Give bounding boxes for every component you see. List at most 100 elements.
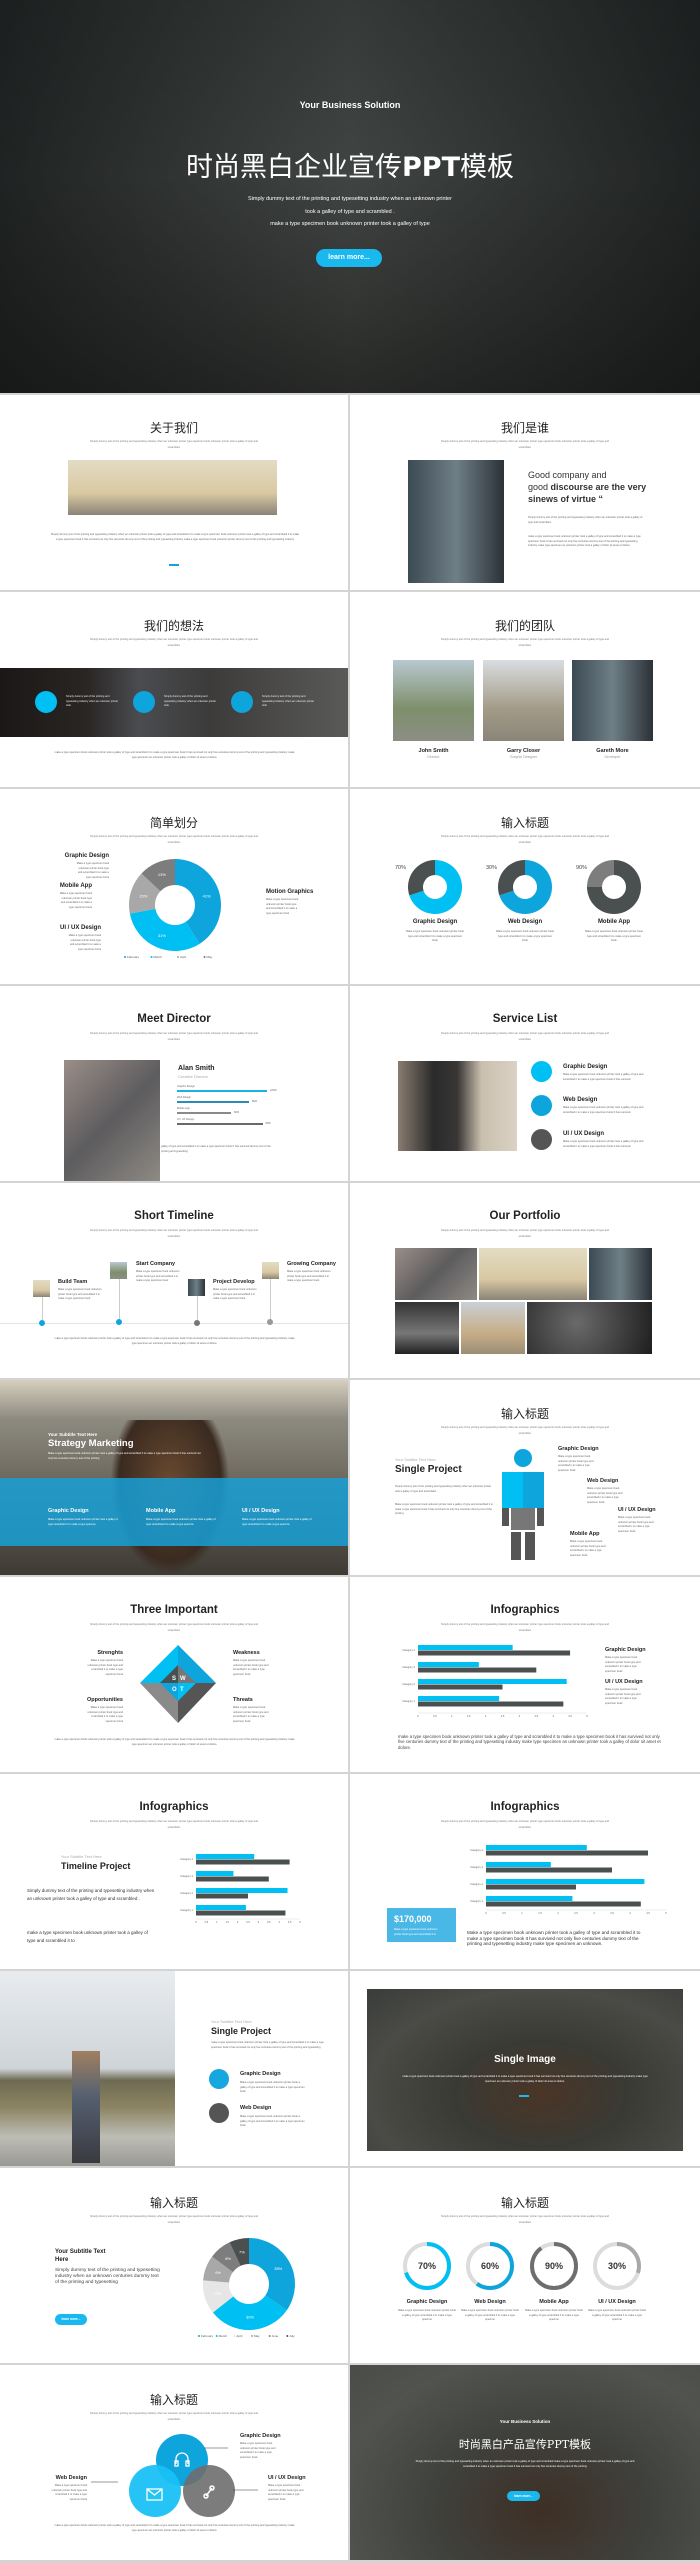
category-label: Category 2 — [470, 1882, 483, 1886]
closing-slide: Your Business Solution 时尚黑白产品宣传PPT模板 Sim… — [350, 2365, 700, 2560]
skill-label: UI / UX Design — [177, 1118, 195, 1121]
intro-text: Simply dummy text of the printing and ty… — [90, 638, 258, 647]
tick-label: 5 — [586, 1714, 588, 1718]
tick-label: 2.5 — [574, 1911, 578, 1915]
swot-label: Threats — [233, 1697, 253, 1703]
intro-text: Simply dummy text of the printing and ty… — [90, 1623, 258, 1632]
swot-desc: Make a type specimen book unknown printe… — [233, 1659, 269, 1676]
idea-circle-1 — [35, 691, 57, 713]
bar — [196, 1854, 255, 1859]
donut-slide: 输入标题 Simply dummy text of the printing a… — [0, 2168, 348, 2363]
donut-slice — [249, 2238, 295, 2311]
skill-bar — [177, 1112, 231, 1114]
intro-text: Simply dummy text of the printing and ty… — [90, 440, 258, 449]
intro-text: Simply dummy text of the printing and ty… — [441, 1229, 609, 1238]
legend-label: April — [236, 2334, 242, 2338]
donut-slice — [129, 908, 200, 951]
infographics-2-slide: Infographics Simply dummy text of the pr… — [0, 1774, 348, 1969]
swot-label: Opportunities — [86, 1697, 123, 1703]
legend-marker — [268, 2335, 271, 2337]
services-slide: Service List Simply dummy text of the pr… — [350, 986, 700, 1181]
bar — [486, 1896, 573, 1901]
bar — [196, 1905, 246, 1910]
category-label: Category 2 — [402, 1682, 415, 1686]
strategy-col: Mobile App — [146, 1508, 176, 1514]
bar — [486, 1867, 612, 1873]
pie-chart-3 — [587, 860, 641, 914]
bar — [486, 1879, 645, 1884]
bar — [486, 1901, 641, 1907]
ring-desc: Make a type specimen book unknown printe… — [525, 2309, 583, 2322]
bar — [418, 1645, 513, 1650]
slice-label: 15% — [139, 893, 147, 898]
intro-text: Simply dummy text of the printing and ty… — [90, 1032, 258, 1041]
tick-label: 1 — [521, 1911, 523, 1915]
legend-label: February — [127, 955, 140, 959]
pie-label: Mobile App — [597, 919, 631, 925]
timeline-desc: Make a type specimen book unknown printe… — [213, 1288, 257, 1301]
legend-marker — [198, 2335, 200, 2337]
category-label: Category 1 — [402, 1699, 415, 1703]
category-label: Category 4 — [470, 1848, 483, 1852]
single-image-slide: Single Image make a type specimen book u… — [350, 1971, 700, 2166]
director-note: galley of type and scrambled it to make … — [161, 1145, 271, 1153]
hero-title-cn: 时尚黑白企业宣传 — [186, 152, 402, 183]
timeline-photo — [110, 1262, 127, 1279]
service-icon-2 — [531, 1095, 552, 1116]
tick-label: 3 — [593, 1911, 595, 1915]
ring-value: 60% — [481, 2261, 499, 2271]
infographics-1-slide: Infographics Simply dummy text of the pr… — [350, 1577, 700, 1772]
slide-title: Our Portfolio — [489, 1210, 561, 1222]
timeline-dot — [116, 1319, 122, 1325]
slice-label: 31% — [158, 933, 166, 938]
pies-slide: 输入标题 Simply dummy text of the printing a… — [350, 789, 700, 984]
single-project-slide: Your Subtitle Text Here Single Project m… — [0, 1971, 348, 2166]
who-slide: 我们是谁 Simply dummy text of the printing a… — [350, 395, 700, 590]
figure-desc: Make a type specimen book unknown printe… — [558, 1455, 594, 1472]
legend-marker — [203, 956, 206, 958]
para: Make a type specimen book unknown printe… — [467, 1930, 641, 1946]
tick-label: 4.5 — [646, 1911, 650, 1915]
skill-bar — [177, 1101, 249, 1103]
hero-line-2: took a galley of type and scrambled . — [305, 209, 395, 215]
slice-label: 7% — [239, 2249, 245, 2254]
closing-subtitle: Your Business Solution — [499, 2419, 551, 2424]
skill-bar — [177, 1090, 267, 1092]
accent-bar — [519, 2095, 529, 2097]
timeline-dot — [267, 1319, 273, 1325]
member-role: Director — [427, 755, 440, 759]
skill-value: 100% — [270, 1089, 277, 1092]
para: make a type specimen book unknown printe… — [398, 1734, 661, 1750]
tick-label: 0 — [485, 1911, 487, 1915]
skill-value: 80% — [252, 1100, 258, 1103]
venn-label: Web Design — [55, 2475, 87, 2481]
quote: Good company and good discourse are the v… — [528, 469, 653, 505]
learn-more-button[interactable]: learn more... — [507, 2491, 540, 2501]
swot-desc: Make a type specimen book unknown printe… — [87, 1659, 123, 1676]
category-label: Category 1 — [470, 1899, 483, 1903]
amount-box: $170,000 Make a type specimen book unkno… — [387, 1908, 456, 1942]
idea-circle-2 — [133, 691, 155, 713]
closing-title: 时尚黑白产品宣传PPT模板 — [458, 2438, 592, 2451]
single-image-title: Single Image — [494, 2054, 556, 2065]
figure-desc: Make a type specimen book unknown printe… — [570, 1540, 606, 1557]
item-icon-1 — [209, 2069, 229, 2089]
learn-more-button[interactable]: learn more... — [316, 249, 382, 267]
strategy-desc: Make a type specimen book unknown printe… — [48, 1452, 201, 1460]
figure-desc: Make a type specimen book unknown printe… — [618, 1516, 654, 1533]
intro-text: Simply dummy text of the printing and ty… — [441, 1032, 609, 1041]
figure-label: Mobile App — [570, 1531, 600, 1537]
ring-value: 30% — [608, 2261, 626, 2271]
timeline-dot — [39, 1320, 45, 1326]
bar — [196, 1888, 288, 1893]
category-label: Category 3 — [470, 1865, 483, 1869]
venn-label: Graphic Design — [240, 2433, 281, 2439]
service-title: Graphic Design — [563, 1064, 608, 1070]
figure-label: UI / UX Design — [618, 1507, 656, 1513]
chart-label: UI / UX Design — [605, 1679, 643, 1685]
slice-label: 35% — [274, 2266, 282, 2271]
item-icon-2 — [209, 2103, 229, 2123]
skill-label: Web Design — [177, 1096, 192, 1099]
item-title: Graphic Design — [240, 2071, 281, 2077]
ring-value: 70% — [418, 2261, 436, 2271]
